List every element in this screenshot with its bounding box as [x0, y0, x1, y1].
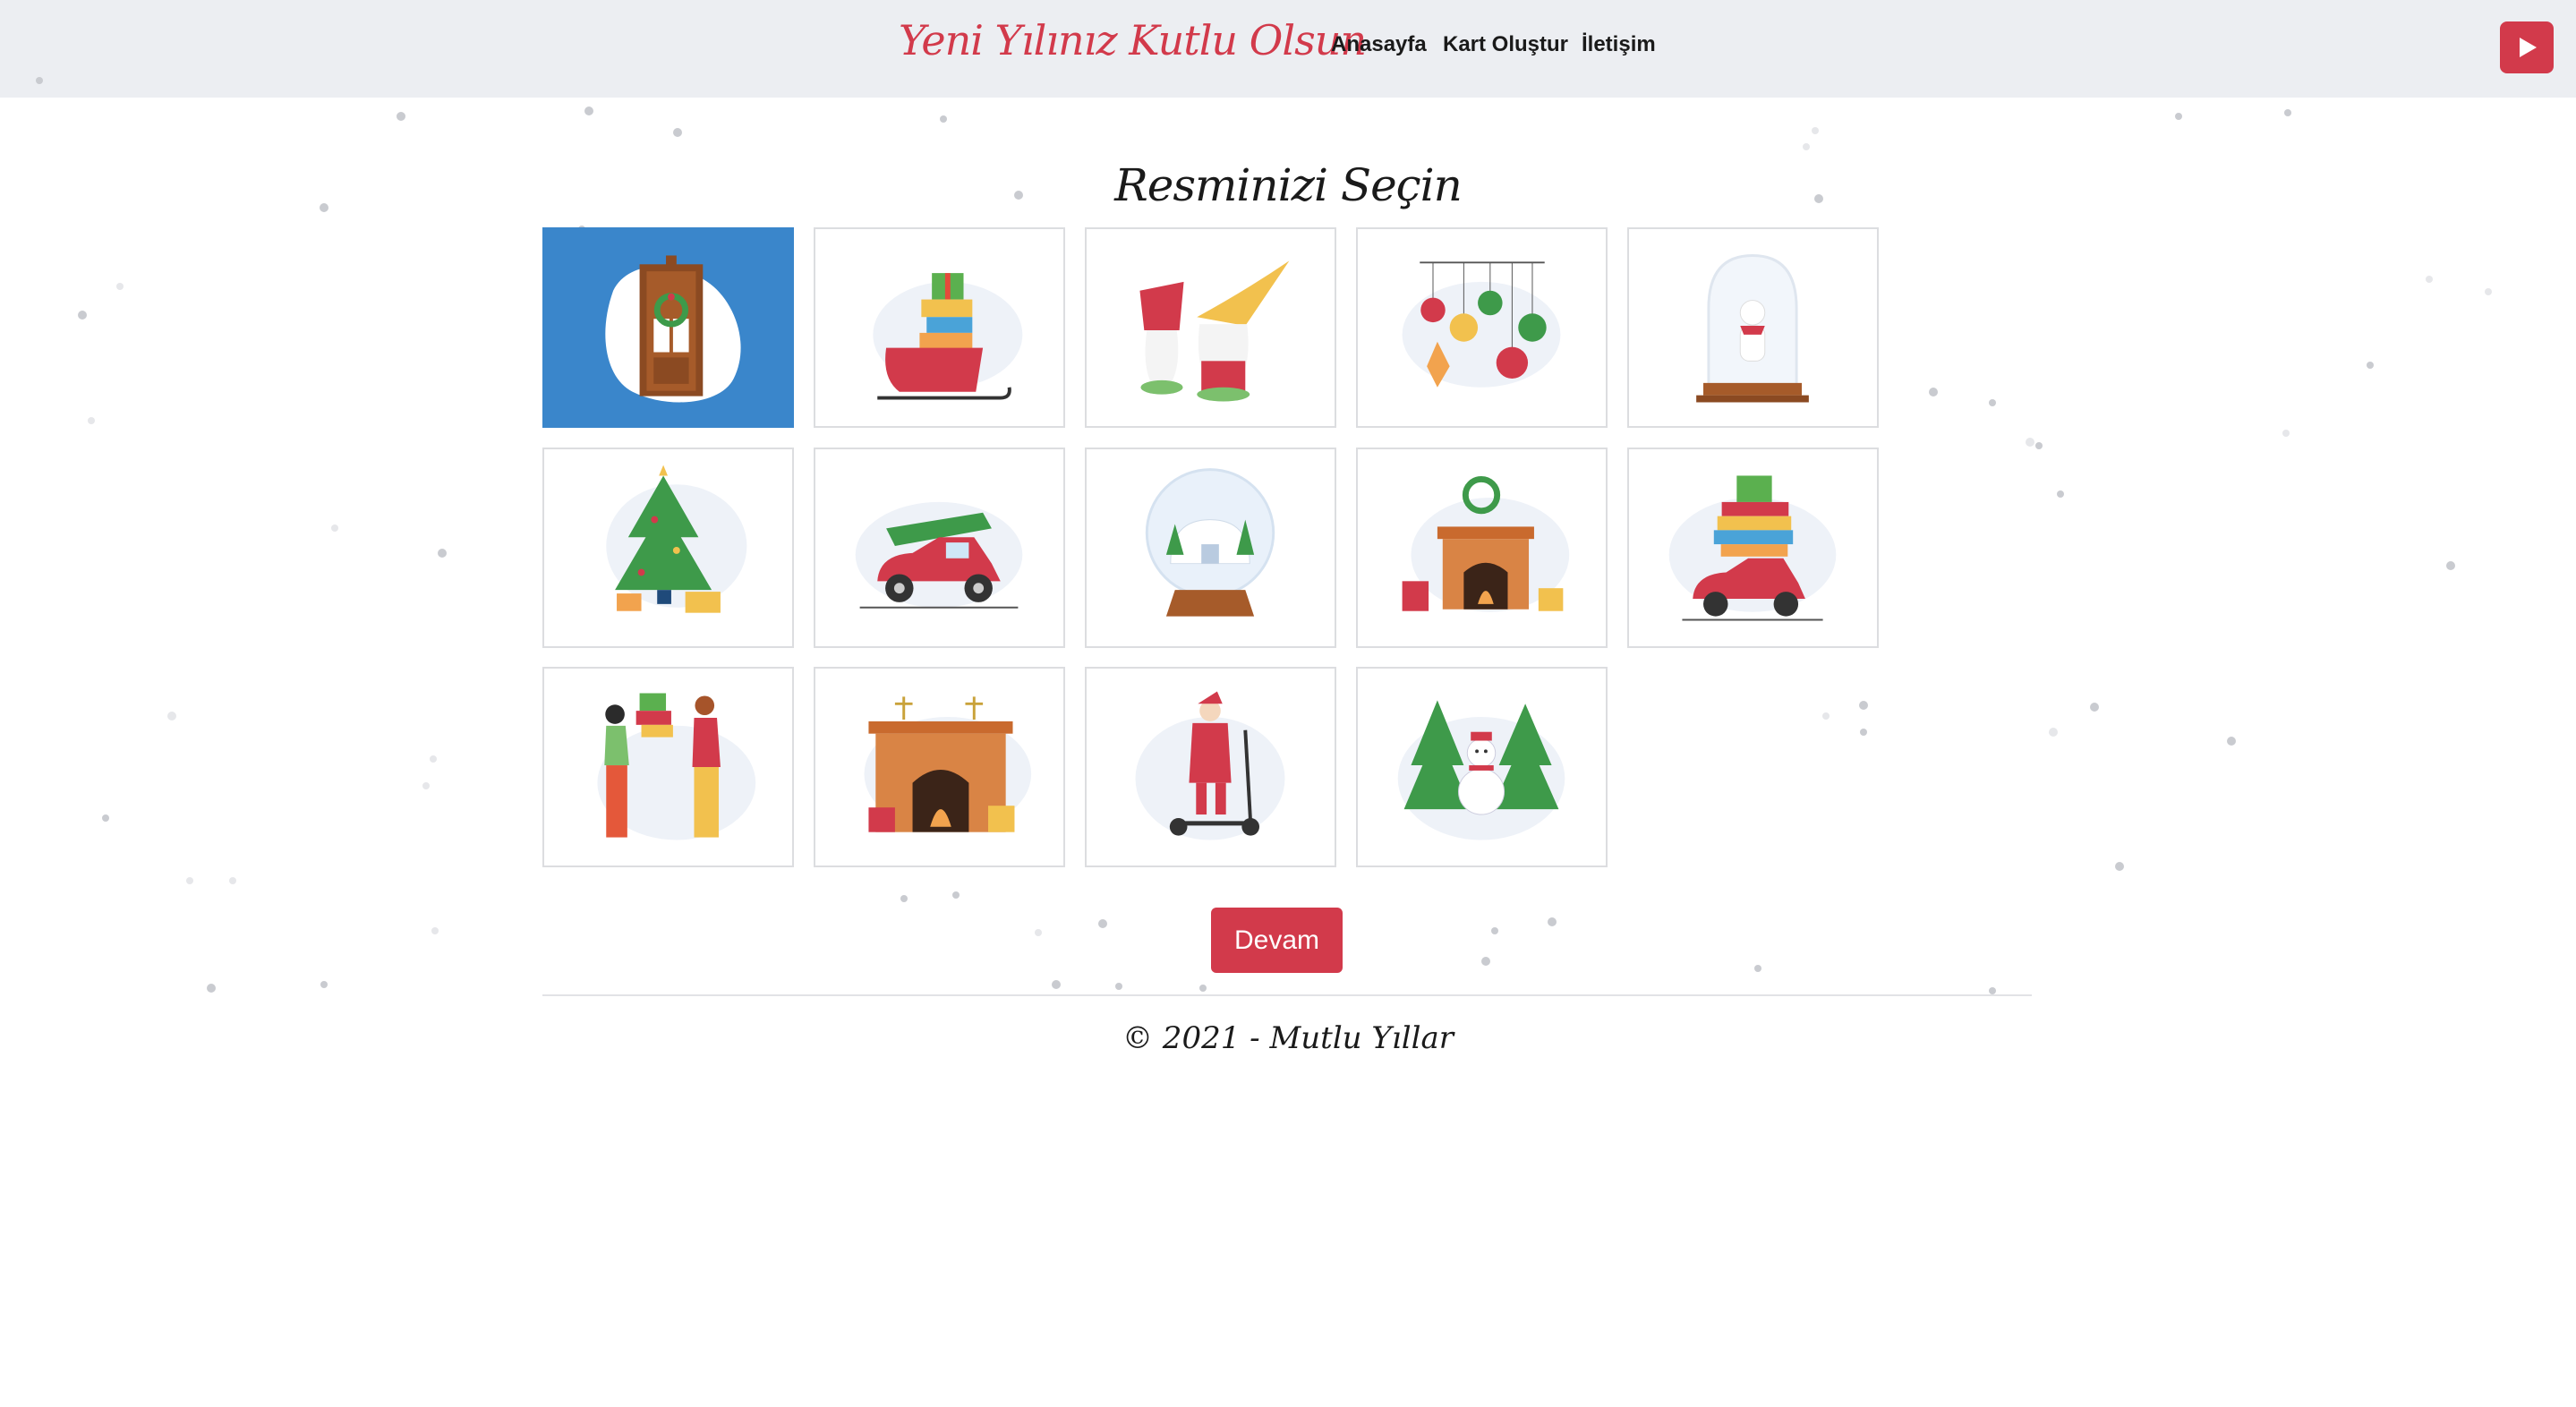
- page-heading: Resminizi Seçin: [1114, 159, 1463, 211]
- image-card-igloo-snow-globe[interactable]: [1085, 448, 1336, 648]
- image-card-car-with-gifts[interactable]: [1627, 448, 1879, 648]
- fireplace-wreath-illustration: [1402, 475, 1570, 612]
- image-card-snow-globe-bear[interactable]: [1627, 227, 1879, 428]
- car-with-tree-illustration: [855, 501, 1023, 609]
- play-icon: [2520, 38, 2537, 57]
- image-card-santa-scooter[interactable]: [1085, 667, 1336, 867]
- nav-link-home[interactable]: Anasayfa: [1331, 32, 1427, 57]
- igloo-snow-globe-illustration: [1145, 468, 1275, 617]
- christmas-tree-illustration: [606, 465, 747, 613]
- people-exchanging-gifts-illustration: [597, 693, 756, 840]
- image-card-sleigh-gifts[interactable]: [814, 227, 1065, 428]
- continue-button[interactable]: Devam: [1211, 908, 1343, 973]
- navbar: Yeni Yılınız Kutlu Olsun Anasayfa Kart O…: [0, 0, 2576, 98]
- image-card-fireplace-candles[interactable]: [814, 667, 1065, 867]
- music-play-button[interactable]: [2500, 21, 2554, 73]
- image-card-fireplace-wreath[interactable]: [1356, 448, 1608, 648]
- gnomes-illustration: [1139, 260, 1290, 402]
- snow-globe-bear-illustration: [1696, 253, 1809, 403]
- door-wreath-illustration: [605, 255, 741, 403]
- nav-link-create-card[interactable]: Kart Oluştur: [1443, 32, 1568, 57]
- image-card-christmas-tree[interactable]: [542, 448, 794, 648]
- sleigh-gifts-illustration: [873, 273, 1023, 400]
- nav-link-contact[interactable]: İletişim: [1582, 32, 1656, 57]
- image-card-gnomes[interactable]: [1085, 227, 1336, 428]
- santa-scooter-illustration: [1135, 691, 1285, 840]
- image-card-ornaments[interactable]: [1356, 227, 1608, 428]
- snowman-trees-illustration: [1397, 700, 1565, 840]
- image-card-car-with-tree[interactable]: [814, 448, 1065, 648]
- fireplace-candles-illustration: [864, 696, 1032, 832]
- brand-title[interactable]: Yeni Yılınız Kutlu Olsun: [899, 16, 1367, 64]
- car-with-gifts-illustration: [1668, 475, 1837, 621]
- image-card-people-exchanging-gifts[interactable]: [542, 667, 794, 867]
- footer-copyright: © 2021 - Mutlu Yıllar: [1122, 1020, 1454, 1056]
- footer-divider: [542, 994, 2032, 996]
- image-card-door-wreath[interactable]: [542, 227, 794, 428]
- image-card-snowman-trees[interactable]: [1356, 667, 1608, 867]
- ornaments-illustration: [1402, 261, 1561, 388]
